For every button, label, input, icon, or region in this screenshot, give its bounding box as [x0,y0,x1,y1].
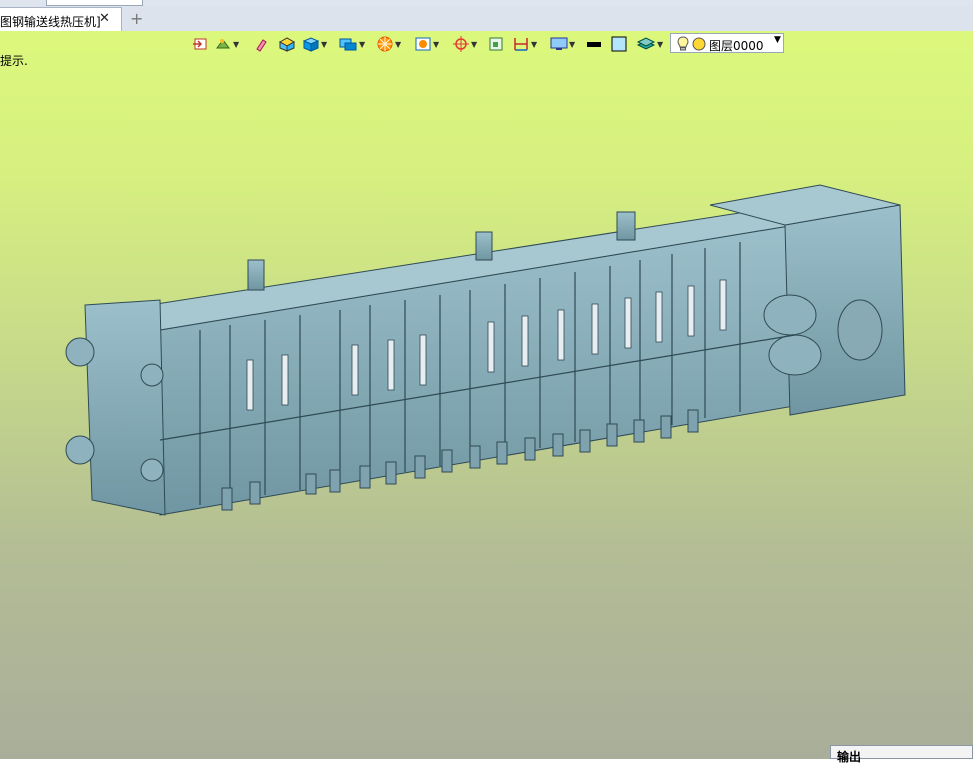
coordinate-icon[interactable]: ▼ [452,33,477,55]
machine-model[interactable] [0,0,973,759]
style-icon[interactable]: ▼ [214,33,239,55]
display-mode-icon[interactable]: ▼ [338,33,365,55]
bulb-icon[interactable] [676,36,690,52]
layer-name: 图层0000 [709,39,764,53]
line-color-icon[interactable] [586,33,602,55]
layers-icon[interactable]: ▼ [636,33,663,55]
filter-icon[interactable]: ▼ [376,33,401,55]
solid-box-icon[interactable]: ▼ [302,33,327,55]
prompt-hint: 提示. [0,54,28,68]
view-icon[interactable]: ▼ [414,33,439,55]
chevron-down-icon[interactable]: ▼ [774,35,781,45]
grid-icon[interactable] [488,33,504,55]
layer-color-icon[interactable] [692,37,706,51]
monitor-icon[interactable]: ▼ [550,33,575,55]
shaded-box-icon[interactable] [278,33,296,55]
fill-color-icon[interactable] [611,33,627,55]
layer-dropdown[interactable]: 图层0000 ▼ [670,33,784,53]
exit-sketch-icon[interactable] [192,33,208,55]
eraser-icon[interactable] [254,33,268,55]
output-panel-title: 输出 [837,750,862,764]
output-panel[interactable]: 输出 [830,745,973,764]
dimension-icon[interactable]: ▼ [512,33,537,55]
